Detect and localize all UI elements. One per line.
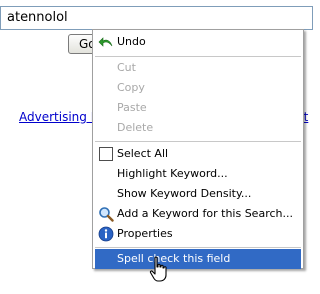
menu-item-label: Show Keyword Density...: [117, 187, 252, 200]
hand-cursor-icon: [149, 256, 167, 282]
menu-separator: [95, 247, 301, 248]
info-icon: [98, 226, 114, 242]
advertising-link[interactable]: Advertising P: [19, 110, 93, 124]
menu-item-undo[interactable]: Undo: [95, 32, 301, 52]
menu-item-label: Add a Keyword for this Search...: [117, 207, 293, 220]
menu-item-label: Delete: [117, 121, 154, 134]
menu-item-label: Copy: [117, 81, 145, 94]
menu-item-label: Properties: [117, 227, 173, 240]
menu-item-add-keyword[interactable]: Add a Keyword for this Search...: [95, 204, 301, 224]
menu-item-copy[interactable]: Copy: [95, 78, 301, 98]
menu-item-label: Paste: [117, 101, 147, 114]
menu-item-highlight-keyword[interactable]: Highlight Keyword...: [95, 164, 301, 184]
menu-item-label: Select All: [117, 147, 169, 160]
menu-item-label: Spell check this field: [117, 252, 231, 265]
menu-item-properties[interactable]: Properties: [95, 224, 301, 244]
context-menu: Undo Cut Copy Paste Delete Select All Hi…: [92, 29, 304, 269]
menu-item-label: Undo: [117, 35, 146, 48]
menu-separator: [95, 141, 301, 142]
menu-item-show-keyword-density[interactable]: Show Keyword Density...: [95, 184, 301, 204]
search-input[interactable]: atennolol: [0, 6, 313, 30]
checkbox-icon: [99, 147, 113, 161]
menu-item-delete[interactable]: Delete: [95, 118, 301, 138]
menu-item-label: Cut: [117, 61, 136, 74]
magnifier-icon: [99, 207, 114, 222]
menu-item-cut[interactable]: Cut: [95, 58, 301, 78]
menu-item-spell-check[interactable]: Spell check this field: [95, 249, 301, 269]
menu-item-paste[interactable]: Paste: [95, 98, 301, 118]
menu-item-label: Highlight Keyword...: [117, 167, 228, 180]
menu-separator: [95, 56, 301, 57]
menu-item-select-all[interactable]: Select All: [95, 144, 301, 164]
undo-arrow-icon: [98, 37, 113, 47]
